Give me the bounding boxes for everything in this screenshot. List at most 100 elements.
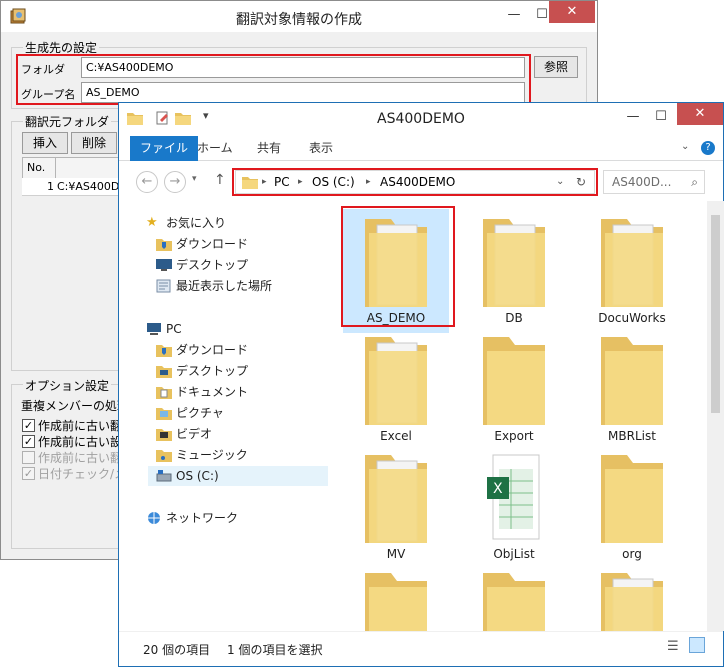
option1-checkbox[interactable]: ✓: [22, 419, 35, 432]
folder-icon: [365, 573, 427, 631]
computer-icon: [147, 323, 161, 335]
pictures-folder-icon: [156, 408, 172, 420]
svg-text:X: X: [493, 481, 503, 497]
file-label: ObjList: [493, 547, 535, 561]
duplicate-label: 重複メンバーの処理: [21, 399, 130, 413]
folder-item-docuworks[interactable]: DocuWorks: [579, 209, 685, 333]
help-icon[interactable]: ?: [701, 141, 715, 155]
network-icon: [148, 512, 160, 524]
highlight-box: [341, 206, 455, 327]
spreadsheet-file-icon: X: [487, 454, 540, 540]
table-row[interactable]: 1 C:¥AS400DEI: [22, 178, 130, 196]
highlight-box: [232, 168, 598, 196]
star-icon: ★: [146, 215, 158, 230]
maximize-icon[interactable]: ☐: [647, 107, 675, 127]
source-group-label: 翻訳元フォルダ: [23, 113, 112, 130]
large-icons-view-icon[interactable]: [689, 637, 705, 653]
desktop-icon: [156, 259, 172, 271]
folder-item-export[interactable]: Export: [461, 327, 567, 451]
nav-pc[interactable]: PC: [146, 319, 182, 339]
close-icon[interactable]: ✕: [549, 1, 595, 23]
option2-checkbox[interactable]: ✓: [22, 435, 35, 448]
folder-item-mv[interactable]: MV: [343, 445, 449, 569]
music-folder-icon: [156, 450, 172, 462]
option3-checkbox: [22, 451, 35, 464]
desktop-folder-icon: [156, 366, 172, 378]
tab-home[interactable]: ホーム: [197, 136, 233, 161]
nav-pc-osc[interactable]: OS (C:): [148, 466, 328, 486]
status-bar: 20 個の項目 1 個の項目を選択 ☰: [119, 631, 723, 667]
folder-label: MV: [386, 547, 406, 561]
folder-icon: [483, 573, 545, 631]
minimize-icon[interactable]: —: [619, 107, 647, 127]
folder-icon: [601, 219, 663, 307]
grid-header-path: [55, 157, 121, 179]
folder-item-excel[interactable]: Excel: [343, 327, 449, 451]
ribbon-expand-icon[interactable]: ⌄: [681, 141, 689, 152]
explorer-title-bar: ▾ AS400DEMO — ☐ ✕: [119, 103, 723, 134]
folder-item-db[interactable]: DB: [461, 209, 567, 333]
download-folder-icon: [156, 239, 172, 251]
folder-icon: [365, 455, 427, 543]
folder-icon: [483, 337, 545, 425]
tab-file[interactable]: ファイル: [130, 136, 199, 161]
folder-label: DB: [505, 311, 523, 325]
nav-pc-download[interactable]: ダウンロード: [156, 340, 248, 360]
close-icon[interactable]: ✕: [677, 103, 723, 125]
tab-share[interactable]: 共有: [257, 136, 281, 161]
nav-favorites[interactable]: ★ お気に入り: [146, 213, 226, 233]
recent-dropdown-icon[interactable]: ▾: [192, 174, 197, 184]
status-selected-count: 1 個の項目を選択: [227, 643, 323, 657]
folder-item-org[interactable]: org: [579, 445, 685, 569]
explorer-window: ▾ AS400DEMO — ☐ ✕ ファイル ホーム 共有 表示 ⌄ ? ← →…: [118, 102, 724, 667]
nav-pc-videos[interactable]: ビデオ: [156, 424, 212, 444]
folder-icon: [601, 573, 663, 631]
folder-item[interactable]: [461, 563, 567, 631]
minimize-icon[interactable]: —: [500, 5, 528, 25]
row-number: 1: [47, 180, 54, 193]
tab-view[interactable]: 表示: [309, 136, 333, 161]
download-folder-icon: [156, 345, 172, 357]
folder-label: DocuWorks: [598, 311, 666, 325]
folder-item[interactable]: [343, 563, 449, 631]
status-item-count: 20 個の項目: [143, 643, 211, 657]
nav-pc-documents[interactable]: ドキュメント: [156, 382, 248, 402]
delete-button[interactable]: 削除: [71, 132, 117, 154]
vertical-scrollbar[interactable]: [707, 201, 724, 631]
search-icon: ⌕: [691, 175, 698, 189]
folder-item[interactable]: [579, 563, 685, 631]
back-button[interactable]: ←: [136, 171, 158, 193]
nav-network[interactable]: ネットワーク: [146, 508, 238, 528]
documents-folder-icon: [156, 387, 172, 399]
folder-label: Export: [494, 429, 534, 443]
insert-button[interactable]: 挿入: [22, 132, 68, 154]
ribbon-tabs: ファイル ホーム 共有 表示 ⌄ ?: [119, 136, 723, 161]
scrollbar-thumb[interactable]: [711, 215, 720, 413]
nav-fav-recent[interactable]: 最近表示した場所: [156, 276, 272, 296]
search-input[interactable]: AS400D... ⌕: [603, 170, 705, 194]
dialog-title-bar: 翻訳対象情報の作成 — ☐ ✕: [1, 1, 597, 32]
drive-icon: [156, 470, 172, 482]
forward-button[interactable]: →: [164, 171, 186, 193]
nav-pc-desktop[interactable]: デスクトップ: [156, 361, 248, 381]
options-group-label: オプション設定: [23, 377, 112, 394]
folder-label: MBRList: [608, 429, 656, 443]
browse-button[interactable]: 参照: [534, 56, 578, 78]
folder-icon: [483, 219, 545, 307]
option4-checkbox: ✓: [22, 467, 35, 480]
nav-pc-pictures[interactable]: ピクチャ: [156, 403, 224, 423]
folder-item-mbrlist[interactable]: MBRList: [579, 327, 685, 451]
nav-fav-desktop[interactable]: デスクトップ: [156, 255, 248, 275]
folder-item-objlist[interactable]: X ObjList: [461, 445, 567, 569]
folder-icon: [601, 337, 663, 425]
nav-pc-music[interactable]: ミュージック: [156, 445, 248, 465]
folder-icon: [601, 455, 663, 543]
search-placeholder: AS400D...: [612, 175, 672, 189]
details-view-icon[interactable]: ☰: [667, 639, 679, 654]
address-row: ← → ▾ ↑ ▸ PC ▸ OS (C:) ▸ AS400DEMO ⌄ ↻ A…: [119, 165, 723, 197]
folder-icon: [365, 337, 427, 425]
videos-folder-icon: [156, 429, 172, 441]
highlight-box: [16, 54, 531, 105]
up-button[interactable]: ↑: [214, 172, 226, 188]
nav-fav-download[interactable]: ダウンロード: [156, 234, 248, 254]
